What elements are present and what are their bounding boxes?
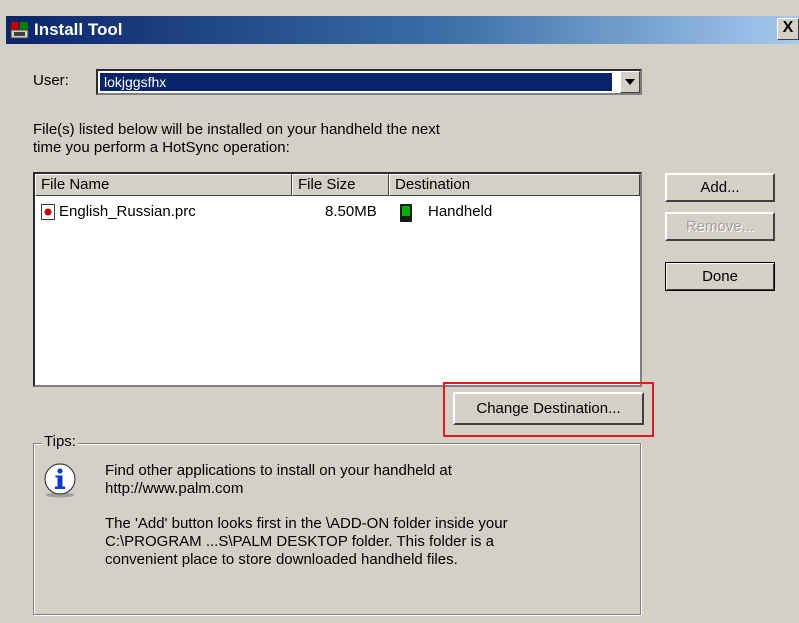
install-tool-dialog: Install Tool X User: lokjggsfhx File(s) … bbox=[0, 0, 799, 623]
instructions-line-2: time you perform a HotSync operation: bbox=[33, 139, 290, 156]
highlight-annotation bbox=[443, 382, 654, 437]
tips-label: Tips: bbox=[42, 433, 78, 451]
done-button[interactable]: Done bbox=[665, 262, 775, 291]
palm-app-icon bbox=[10, 22, 29, 39]
column-header-file-size[interactable]: File Size bbox=[292, 174, 389, 196]
column-header-destination[interactable]: Destination bbox=[389, 174, 640, 196]
user-label: User: bbox=[33, 72, 69, 89]
tip-paragraph-2: The 'Add' button looks first in the \ADD… bbox=[105, 515, 625, 569]
tip-paragraph-1: Find other applications to install on yo… bbox=[105, 462, 625, 498]
file-icon bbox=[41, 204, 55, 220]
instructions-line-1: File(s) listed below will be installed o… bbox=[33, 121, 440, 138]
user-dropdown[interactable]: lokjggsfhx bbox=[96, 69, 642, 95]
tip-2-line-3: convenient place to store downloaded han… bbox=[105, 551, 458, 568]
close-button[interactable]: X bbox=[777, 18, 799, 40]
remove-button[interactable]: Remove... bbox=[665, 212, 775, 241]
tip-2-line-2: C:\PROGRAM ...S\PALM DESKTOP folder. Thi… bbox=[105, 533, 495, 550]
tip-1-line-2: http://www.palm.com bbox=[105, 480, 244, 497]
user-selected-value: lokjggsfhx bbox=[100, 73, 612, 91]
tip-1-line-1: Find other applications to install on yo… bbox=[105, 462, 452, 479]
title-bar[interactable]: Install Tool X bbox=[6, 16, 799, 44]
column-header-file-name[interactable]: File Name bbox=[35, 174, 292, 196]
chevron-down-icon bbox=[625, 79, 635, 85]
dropdown-arrow-button[interactable] bbox=[620, 71, 640, 93]
add-button[interactable]: Add... bbox=[665, 173, 775, 202]
file-size-cell: 8.50MB bbox=[325, 203, 377, 220]
file-list[interactable]: File Name File Size Destination English_… bbox=[33, 172, 642, 387]
tip-2-line-1: The 'Add' button looks first in the \ADD… bbox=[105, 515, 508, 532]
window-title: Install Tool bbox=[34, 20, 123, 39]
handheld-icon bbox=[400, 204, 412, 222]
file-name-cell: English_Russian.prc bbox=[59, 203, 196, 220]
install-instructions: File(s) listed below will be installed o… bbox=[33, 121, 513, 157]
info-icon bbox=[44, 463, 76, 498]
destination-cell: Handheld bbox=[428, 203, 493, 220]
table-row[interactable]: English_Russian.prc 8.50MB Handheld bbox=[35, 201, 640, 223]
